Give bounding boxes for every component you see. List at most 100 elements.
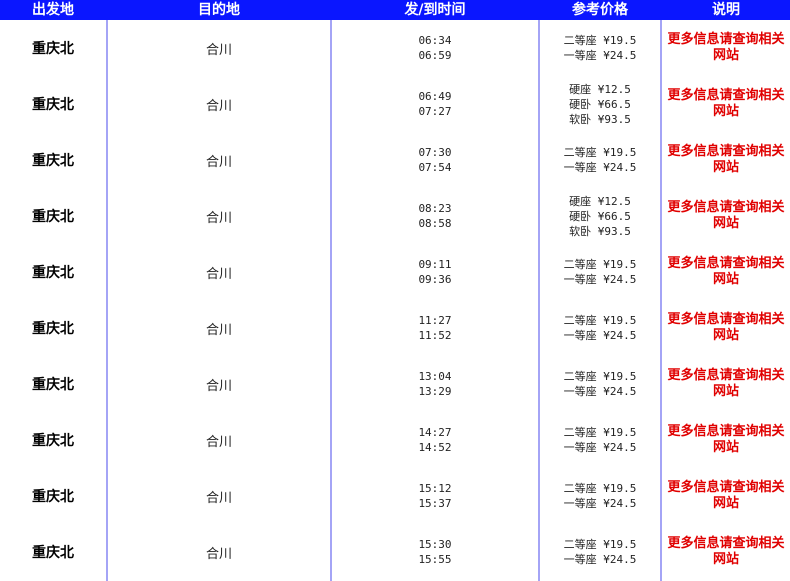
table-row: 重庆北 合川 15:12 15:37 二等座 ¥19.5 一等座 ¥24.5 更多信息请查询… <box>0 468 790 524</box>
arrive-time: 07:54 <box>418 161 452 174</box>
origin-cell: 重庆北 <box>32 433 74 449</box>
origin-cell: 重庆北 <box>32 321 74 337</box>
header-destination: 目的地 <box>198 2 240 18</box>
price-cell: 二等座 ¥19.5 一等座 ¥24.5 <box>540 244 660 300</box>
origin-cell: 重庆北 <box>32 153 74 169</box>
price-line: 二等座 ¥19.5 <box>563 370 637 383</box>
depart-time: 11:27 <box>418 314 452 327</box>
origin-cell: 重庆北 <box>32 209 74 225</box>
price-line: 一等座 ¥24.5 <box>563 329 637 342</box>
price-cell: 二等座 ¥19.5 一等座 ¥24.5 <box>540 412 660 468</box>
header-times: 发/到时间 <box>404 2 466 18</box>
price-cell: 二等座 ¥19.5 一等座 ¥24.5 <box>540 300 660 356</box>
price-cell: 二等座 ¥19.5 一等座 ¥24.5 <box>540 20 660 76</box>
times-cell: 06:34 06:59 <box>332 20 538 76</box>
price-line: 二等座 ¥19.5 <box>563 482 637 495</box>
note-link[interactable]: 更多信息请查询相关网站 <box>667 480 785 512</box>
note-cell: 更多信息请查询相关网站 <box>662 412 790 468</box>
price-line: 一等座 ¥24.5 <box>563 497 637 510</box>
price-cell: 硬座 ¥12.5 硬卧 ¥66.5 软卧 ¥93.5 <box>540 76 660 132</box>
table-row: 重庆北 合川 06:49 07:27 硬座 ¥12.5 硬卧 ¥66.5 软卧 ¥93.5 更… <box>0 76 790 132</box>
destination-cell: 合川 <box>205 98 232 114</box>
note-link[interactable]: 更多信息请查询相关网站 <box>667 144 785 176</box>
table-row: 重庆北 合川 07:30 07:54 二等座 ¥19.5 一等座 ¥24.5 更多信息请查询… <box>0 132 790 188</box>
arrive-time: 09:36 <box>418 273 452 286</box>
price-cell: 二等座 ¥19.5 一等座 ¥24.5 <box>540 356 660 412</box>
destination-cell: 合川 <box>205 546 232 562</box>
price-line: 一等座 ¥24.5 <box>563 49 637 62</box>
price-line: 二等座 ¥19.5 <box>563 426 637 439</box>
arrive-time: 15:37 <box>418 497 452 510</box>
destination-cell: 合川 <box>205 434 232 450</box>
times-cell: 07:30 07:54 <box>332 132 538 188</box>
origin-cell: 重庆北 <box>32 489 74 505</box>
arrive-time: 11:52 <box>418 329 452 342</box>
note-link[interactable]: 更多信息请查询相关网站 <box>667 536 785 568</box>
train-schedule-table: 出发地 目的地 发/到时间 参考价格 说明 重庆北 合川 06:34 06:59 二等座… <box>0 0 790 581</box>
price-line: 二等座 ¥19.5 <box>563 34 637 47</box>
arrive-time: 14:52 <box>418 441 452 454</box>
table-row: 重庆北 合川 09:11 09:36 二等座 ¥19.5 一等座 ¥24.5 更多信息请查询… <box>0 244 790 300</box>
price-cell: 二等座 ¥19.5 一等座 ¥24.5 <box>540 132 660 188</box>
header-origin: 出发地 <box>32 2 74 18</box>
times-cell: 14:27 14:52 <box>332 412 538 468</box>
note-link[interactable]: 更多信息请查询相关网站 <box>667 256 785 288</box>
price-cell: 二等座 ¥19.5 一等座 ¥24.5 <box>540 468 660 524</box>
price-line: 软卧 ¥93.5 <box>569 112 631 126</box>
depart-time: 14:27 <box>418 426 452 439</box>
times-cell: 11:27 11:52 <box>332 300 538 356</box>
destination-cell: 合川 <box>205 210 232 226</box>
table-header: 出发地 目的地 发/到时间 参考价格 说明 <box>0 0 790 20</box>
note-cell: 更多信息请查询相关网站 <box>662 20 790 76</box>
destination-cell: 合川 <box>205 154 232 170</box>
note-link[interactable]: 更多信息请查询相关网站 <box>667 88 785 120</box>
price-line: 硬卧 ¥66.5 <box>569 209 631 223</box>
note-cell: 更多信息请查询相关网站 <box>662 244 790 300</box>
price-line: 硬座 ¥12.5 <box>569 82 631 96</box>
header-note: 说明 <box>712 2 740 18</box>
times-cell: 15:12 15:37 <box>332 468 538 524</box>
arrive-time: 07:27 <box>418 105 452 118</box>
destination-cell: 合川 <box>205 322 232 338</box>
note-cell: 更多信息请查询相关网站 <box>662 468 790 524</box>
price-line: 二等座 ¥19.5 <box>563 538 637 551</box>
note-link[interactable]: 更多信息请查询相关网站 <box>667 32 785 64</box>
price-cell: 硬座 ¥12.5 硬卧 ¥66.5 软卧 ¥93.5 <box>540 188 660 244</box>
table-row: 重庆北 合川 08:23 08:58 硬座 ¥12.5 硬卧 ¥66.5 软卧 ¥93.5 更… <box>0 188 790 244</box>
price-cell: 二等座 ¥19.5 一等座 ¥24.5 <box>540 524 660 580</box>
note-cell: 更多信息请查询相关网站 <box>662 356 790 412</box>
destination-cell: 合川 <box>205 266 232 282</box>
table-row: 重庆北 合川 15:30 15:55 二等座 ¥19.5 一等座 ¥24.5 更多信息请查询… <box>0 524 790 580</box>
origin-cell: 重庆北 <box>32 97 74 113</box>
note-link[interactable]: 更多信息请查询相关网站 <box>667 200 785 232</box>
depart-time: 15:12 <box>418 482 452 495</box>
destination-cell: 合川 <box>205 42 232 58</box>
note-link[interactable]: 更多信息请查询相关网站 <box>667 368 785 400</box>
arrive-time: 06:59 <box>418 49 452 62</box>
times-cell: 08:23 08:58 <box>332 188 538 244</box>
price-line: 软卧 ¥93.5 <box>569 224 631 238</box>
header-price: 参考价格 <box>572 2 628 18</box>
times-cell: 09:11 09:36 <box>332 244 538 300</box>
note-cell: 更多信息请查询相关网站 <box>662 76 790 132</box>
price-line: 二等座 ¥19.5 <box>563 146 637 159</box>
price-line: 一等座 ¥24.5 <box>563 441 637 454</box>
table-row: 重庆北 合川 13:04 13:29 二等座 ¥19.5 一等座 ¥24.5 更多信息请查询… <box>0 356 790 412</box>
arrive-time: 08:58 <box>418 217 452 230</box>
depart-time: 15:30 <box>418 538 452 551</box>
origin-cell: 重庆北 <box>32 377 74 393</box>
note-cell: 更多信息请查询相关网站 <box>662 524 790 580</box>
destination-cell: 合川 <box>205 490 232 506</box>
depart-time: 08:23 <box>418 202 452 215</box>
depart-time: 13:04 <box>418 370 452 383</box>
price-line: 硬座 ¥12.5 <box>569 194 631 208</box>
destination-cell: 合川 <box>205 378 232 394</box>
arrive-time: 13:29 <box>418 385 452 398</box>
note-link[interactable]: 更多信息请查询相关网站 <box>667 424 785 456</box>
times-cell: 06:49 07:27 <box>332 76 538 132</box>
price-line: 一等座 ¥24.5 <box>563 553 637 566</box>
price-line: 一等座 ¥24.5 <box>563 273 637 286</box>
table-row: 重庆北 合川 06:34 06:59 二等座 ¥19.5 一等座 ¥24.5 更多信息请查询… <box>0 20 790 76</box>
note-link[interactable]: 更多信息请查询相关网站 <box>667 312 785 344</box>
note-cell: 更多信息请查询相关网站 <box>662 132 790 188</box>
